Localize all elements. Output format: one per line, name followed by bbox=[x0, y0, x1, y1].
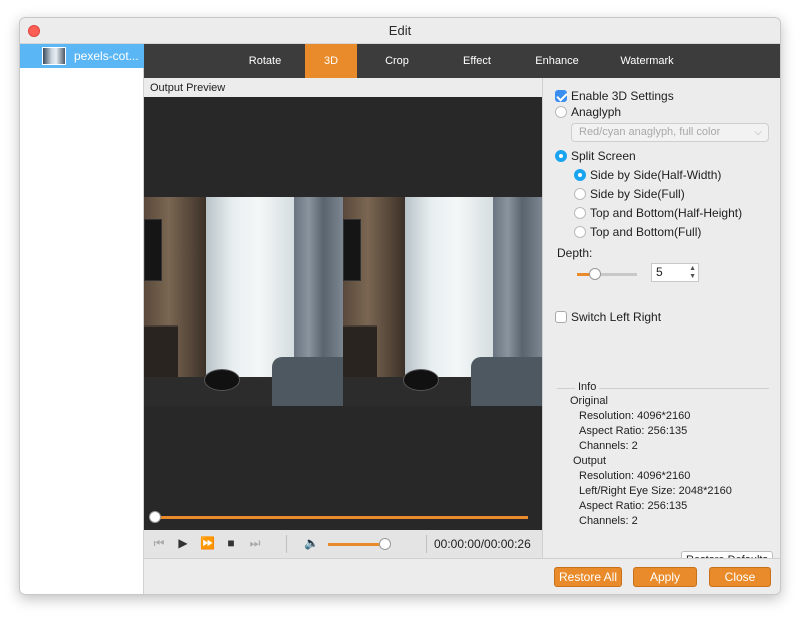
fast-forward-icon[interactable]: ⏩ bbox=[200, 536, 215, 550]
side-by-side-full-label: Side by Side(Full) bbox=[590, 187, 685, 201]
tab-crop[interactable]: Crop bbox=[369, 44, 425, 78]
switch-left-right-checkbox[interactable] bbox=[555, 311, 567, 323]
video-thumbnail bbox=[42, 47, 66, 65]
anaglyph-type-select: Red/cyan anaglyph, full color ⌵ bbox=[571, 123, 769, 142]
close-window-icon[interactable] bbox=[28, 25, 40, 37]
video-preview bbox=[144, 97, 542, 530]
output-heading: Output bbox=[573, 455, 607, 467]
top-bottom-full-radio[interactable] bbox=[574, 226, 586, 238]
footer-bar: Restore All Apply Close bbox=[144, 558, 780, 594]
stop-icon[interactable]: ■ bbox=[224, 536, 238, 550]
original-heading: Original bbox=[570, 395, 608, 407]
restore-all-button[interactable]: Restore All bbox=[554, 567, 622, 587]
tab-watermark[interactable]: Watermark bbox=[612, 44, 682, 78]
next-frame-icon[interactable]: ⏭ bbox=[248, 536, 262, 550]
playback-controls: ⏮ ▶ ⏩ ■ ⏭ 🔈 00:00:00/00:00:26 bbox=[144, 530, 542, 558]
depth-handle[interactable] bbox=[589, 268, 601, 280]
top-bottom-full-label: Top and Bottom(Full) bbox=[590, 225, 702, 239]
info-heading: Info bbox=[575, 381, 600, 393]
seek-handle[interactable] bbox=[149, 511, 161, 523]
title-bar: Edit bbox=[20, 18, 780, 44]
original-resolution: Resolution: 4096*2160 bbox=[579, 410, 691, 422]
previous-frame-icon[interactable]: ⏮ bbox=[152, 536, 166, 550]
top-bottom-half-radio[interactable] bbox=[574, 207, 586, 219]
video-frame-left bbox=[144, 197, 343, 406]
switch-left-right-label: Switch Left Right bbox=[571, 310, 662, 324]
video-frame-right bbox=[343, 197, 542, 406]
chevron-down-icon: ⌵ bbox=[754, 127, 762, 138]
timecode: 00:00:00/00:00:26 bbox=[434, 537, 531, 551]
stepper-arrows-icon[interactable]: ▲ ▼ bbox=[689, 265, 696, 281]
output-preview-label: Output Preview bbox=[150, 82, 226, 94]
play-icon[interactable]: ▶ bbox=[176, 536, 190, 550]
depth-label: Depth: bbox=[557, 246, 593, 260]
edit-tab-bar: Rotate 3D Crop Effect Enhance Watermark bbox=[144, 44, 780, 78]
apply-button[interactable]: Apply bbox=[633, 567, 697, 587]
edit-window: Edit pexels-cot... Rotate 3D Crop Effect… bbox=[19, 17, 781, 595]
split-screen-label: Split Screen bbox=[571, 149, 636, 163]
top-bottom-half-label: Top and Bottom(Half-Height) bbox=[590, 206, 743, 220]
depth-stepper[interactable]: 5 ▲ ▼ bbox=[651, 263, 699, 282]
file-list: pexels-cot... bbox=[20, 44, 144, 594]
window-title: Edit bbox=[388, 23, 412, 38]
original-aspect-ratio: Aspect Ratio: 256:135 bbox=[579, 425, 688, 437]
output-channels: Channels: 2 bbox=[579, 515, 638, 527]
side-by-side-half-radio[interactable] bbox=[574, 169, 586, 181]
original-channels: Channels: 2 bbox=[579, 440, 638, 452]
enable-3d-checkbox[interactable] bbox=[555, 90, 567, 102]
side-by-side-full-radio[interactable] bbox=[574, 188, 586, 200]
tab-3d[interactable]: 3D bbox=[305, 44, 357, 78]
anaglyph-label: Anaglyph bbox=[571, 105, 622, 119]
output-eye-size: Left/Right Eye Size: 2048*2160 bbox=[579, 485, 732, 497]
volume-icon[interactable]: 🔈 bbox=[304, 536, 319, 550]
side-by-side-half-label: Side by Side(Half-Width) bbox=[590, 168, 722, 182]
3d-settings-panel: Enable 3D Settings Anaglyph Red/cyan ana… bbox=[542, 78, 780, 570]
output-aspect-ratio: Aspect Ratio: 256:135 bbox=[579, 500, 688, 512]
tab-effect[interactable]: Effect bbox=[447, 44, 507, 78]
anaglyph-radio[interactable] bbox=[555, 106, 567, 118]
seek-bar[interactable] bbox=[150, 516, 528, 519]
volume-handle[interactable] bbox=[379, 538, 391, 550]
tab-rotate[interactable]: Rotate bbox=[236, 44, 294, 78]
file-list-item[interactable]: pexels-cot... bbox=[20, 44, 144, 68]
close-button[interactable]: Close bbox=[709, 567, 771, 587]
file-name: pexels-cot... bbox=[74, 49, 139, 63]
output-resolution: Resolution: 4096*2160 bbox=[579, 470, 691, 482]
tab-enhance[interactable]: Enhance bbox=[526, 44, 588, 78]
split-screen-radio[interactable] bbox=[555, 150, 567, 162]
enable-3d-label: Enable 3D Settings bbox=[571, 89, 674, 103]
